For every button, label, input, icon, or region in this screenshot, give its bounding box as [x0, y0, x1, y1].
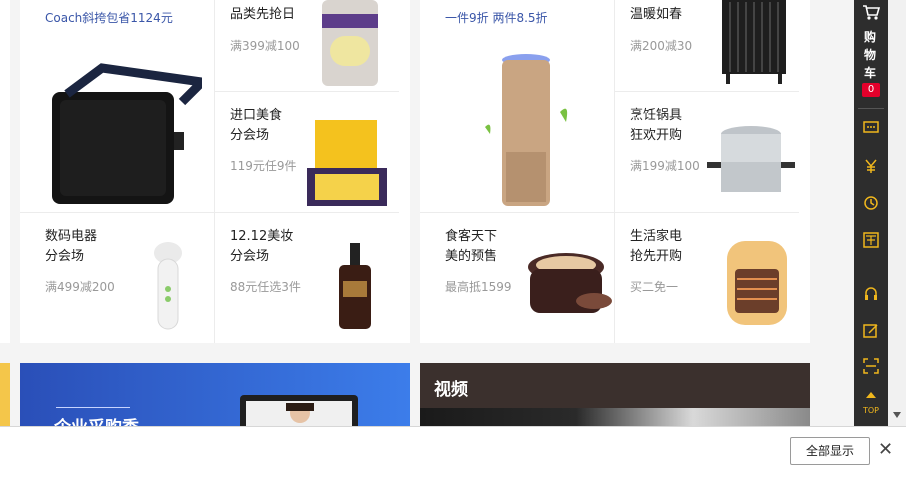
tile-promo: 119元任9件 — [230, 159, 297, 173]
tile-promo: 满200减30 — [630, 39, 693, 53]
tile-title-line2: 分会场 — [45, 249, 85, 264]
show-all-button[interactable]: 全部显示 — [790, 437, 870, 465]
steamer-pot-image — [707, 126, 795, 192]
product-tile[interactable]: 品类先抢日 满399减100 — [215, 0, 399, 92]
big-product-subtitle[interactable]: 一件9折 两件8.5折 — [445, 9, 548, 26]
product-tile[interactable]: 食客天下 美的预售 最高抵1599 — [420, 213, 615, 343]
milk-powder-can-image — [322, 0, 378, 86]
right-toolbar: 购 物 车 0 TOP — [854, 0, 888, 426]
tile-title: 烹饪锅具 — [630, 108, 683, 123]
product-tile[interactable]: 温暖如春 满200减30 — [615, 0, 799, 92]
top-label: TOP — [862, 406, 879, 415]
page-scrollbar[interactable] — [888, 0, 906, 426]
slow-cooker-image — [528, 253, 612, 313]
serum-bottle-image — [339, 243, 371, 329]
feedback-edit-icon[interactable] — [854, 323, 888, 343]
tile-promo: 满399减100 — [230, 39, 300, 53]
back-to-top-button[interactable]: TOP — [854, 392, 888, 415]
tile-title: 品类先抢日 — [230, 7, 296, 22]
cart-label-2[interactable]: 物 — [864, 46, 876, 63]
tile-title-line2: 分会场 — [230, 128, 270, 143]
banner-divider-line — [56, 407, 130, 408]
tile-title-line2: 狂欢开购 — [630, 128, 683, 143]
food-gift-box-image — [307, 120, 387, 206]
product-tile[interactable]: 生活家电 抢先开购 买二免一 — [615, 213, 799, 343]
video-preview-image — [420, 408, 810, 426]
product-tile[interactable]: 12.12美妆 分会场 88元任选3件 — [215, 213, 399, 343]
product-tile[interactable]: 烹饪锅具 狂欢开购 满199减100 — [615, 92, 799, 213]
history-icon[interactable] — [854, 195, 888, 215]
enterprise-banner[interactable]: 企业采购季 — [20, 363, 410, 426]
tile-title: 食客天下 — [445, 229, 498, 244]
coupon-yen-icon[interactable] — [854, 158, 888, 178]
cart-label-1[interactable]: 购 — [864, 28, 876, 45]
shoulder-bag-image — [52, 63, 202, 204]
big-product-tile[interactable]: Coach斜挎包省1124元 — [20, 0, 215, 213]
gift-icon[interactable] — [854, 232, 888, 252]
tile-title: 数码电器 — [45, 229, 98, 244]
oil-heater-image — [722, 0, 786, 84]
tile-title: 温暖如春 — [630, 7, 683, 22]
close-icon[interactable]: ✕ — [878, 439, 893, 460]
tile-title: 生活家电 — [630, 229, 683, 244]
product-tile[interactable]: 数码电器 分会场 满499减200 — [20, 213, 215, 343]
tile-promo: 买二免一 — [630, 280, 679, 294]
enterprise-banner-title: 企业采购季 — [54, 413, 139, 426]
air-purifier-image — [485, 54, 568, 206]
left-product-panel: Coach斜挎包省1124元 品类先抢日 满399减100 进口美食 分会场 1… — [20, 0, 410, 343]
tile-title: 进口美食 — [230, 108, 283, 123]
big-product-tile[interactable]: 一件9折 两件8.5折 — [420, 0, 615, 213]
big-product-subtitle[interactable]: Coach斜挎包省1124元 — [45, 9, 173, 26]
space-heater-image — [727, 241, 787, 325]
tile-promo: 满199减100 — [630, 159, 700, 173]
laptop-person-image — [240, 395, 358, 426]
tile-promo: 满499减200 — [45, 280, 115, 294]
cart-icon[interactable] — [862, 4, 880, 21]
tile-title-line2: 分会场 — [230, 249, 270, 264]
beauty-device-image — [154, 242, 182, 330]
scan-icon[interactable] — [854, 358, 888, 378]
headset-icon[interactable] — [854, 286, 888, 306]
cart-label-3[interactable]: 车 — [864, 64, 876, 81]
video-banner[interactable]: 视频 — [420, 363, 810, 426]
left-edge-accent — [0, 0, 10, 343]
product-tile[interactable]: 进口美食 分会场 119元任9件 — [215, 92, 399, 213]
video-banner-title: 视频 — [434, 380, 468, 400]
tile-title-line2: 抢先开购 — [630, 249, 683, 264]
download-bar: 全部显示 ✕ — [0, 426, 906, 478]
left-edge-yellow-accent — [0, 363, 10, 426]
tile-promo: 88元任选3件 — [230, 280, 301, 294]
tile-title-line2: 美的预售 — [445, 249, 498, 264]
sidebar-divider — [858, 108, 884, 109]
cart-count-badge: 0 — [862, 83, 880, 97]
arrow-up-icon — [866, 392, 876, 398]
tile-title: 12.12美妆 — [230, 229, 294, 244]
right-product-panel: 一件9折 两件8.5折 温暖如春 满200减30 烹饪锅具 狂欢开购 满199减… — [420, 0, 810, 343]
scroll-down-arrow-icon[interactable] — [893, 412, 901, 418]
message-icon[interactable] — [854, 120, 888, 140]
tile-promo: 最高抵1599 — [445, 280, 512, 294]
